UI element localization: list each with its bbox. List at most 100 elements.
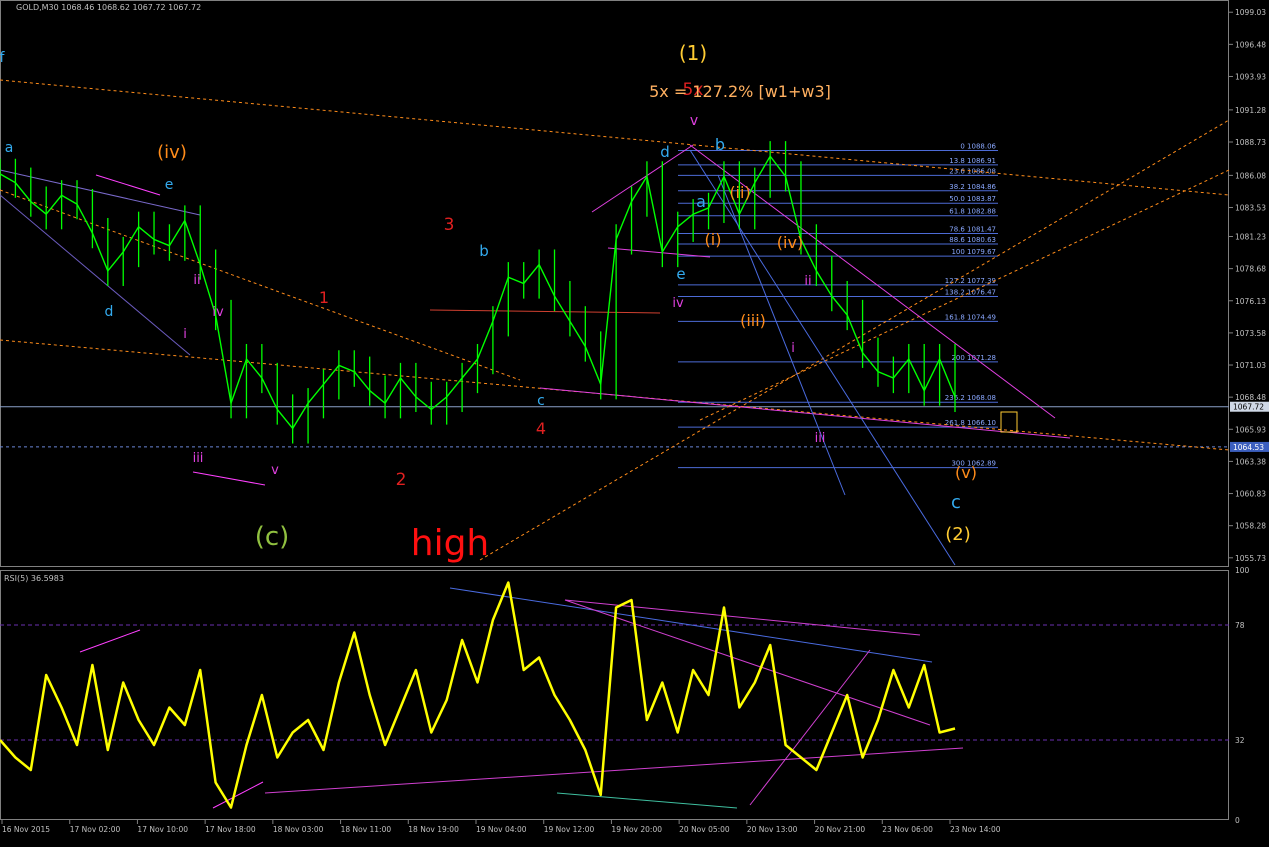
symbol-header: GOLD,M30 1068.46 1068.62 1067.72 1067.72 [16,3,201,12]
wave-label: c [951,492,961,513]
price-axis-label: 1099.03 [1235,8,1266,17]
price-axis-label: 1055.73 [1235,554,1266,563]
fib-level-label: 200 1071.28 [951,354,996,362]
wave-label: iv [672,296,684,311]
wave-label: 1 [319,288,329,307]
trend-line [192,471,266,486]
fib-level-label: 236.2 1068.08 [945,394,996,402]
time-axis-label: 18 Nov 03:00 [273,825,324,834]
trend-line [264,747,964,794]
price-axis-label: 1083.53 [1235,204,1266,213]
fib-level-label: 161.8 1074.49 [945,313,996,321]
rsi-axis-label: 100 [1235,566,1250,575]
wave-label: e [165,177,174,193]
wave-label: f [0,50,6,66]
wave-label: iii [815,431,826,446]
rsi-header: RSI(5) 36.5983 [4,574,64,583]
rsi-axis-label: 32 [1235,736,1245,745]
trend-line [556,792,738,809]
fib-level-label: 138.2 1076.47 [945,288,996,296]
wave-label: v [271,463,279,478]
wave-label: a [696,192,706,211]
price-axis-label: 1063.38 [1235,457,1266,466]
wave-label: a [5,140,14,156]
time-axis-label: 20 Nov 05:00 [679,825,730,834]
wave-label: (c) [255,522,290,552]
wave-label: e [676,265,685,283]
trend-line [591,144,694,213]
wave-label: (2) [945,524,971,545]
fib-level-label: 61.8 1082.88 [949,208,996,216]
wave-label: b [715,135,725,154]
wave-label: (ii) [729,183,750,202]
time-axis-label: 19 Nov 12:00 [544,825,595,834]
price-panel-frame [0,0,1229,567]
trend-line [689,149,956,566]
trend-line [212,781,264,809]
wave-label: high [411,523,490,564]
fib-level-label: 13.8 1086.91 [949,157,996,165]
price-axis-label: 1096.48 [1235,40,1266,49]
trend-line [0,194,191,356]
time-axis-label: 20 Nov 21:00 [815,825,866,834]
price-axis-label: 1060.83 [1235,490,1266,499]
wave-label: (iv) [157,142,187,163]
rsi-panel-frame [0,570,1229,820]
price-axis-label: 1073.58 [1235,329,1266,338]
current-price-marker [1000,411,1018,433]
wave-label: 5x = 127.2% [w1+w3] [649,82,831,101]
trend-line [95,174,161,196]
price-axis-label: 1081.23 [1235,233,1266,242]
price-axis-label: 1076.13 [1235,297,1266,306]
wave-label: d [105,304,114,320]
rsi-series-line [0,581,956,809]
price-axis-label: 1078.68 [1235,265,1266,274]
trend-line [449,587,933,663]
trend-line [479,119,1230,561]
wave-label: 4 [536,419,546,438]
chart-root: 0 1088.06 13.8 1086.91 23.6 1086.08 38.2 10… [0,0,1269,843]
fib-level-label: 38.2 1084.86 [949,183,996,191]
trend-line [429,309,661,314]
price-axis-label: 1093.93 [1235,72,1266,81]
trend-line [607,247,711,258]
wave-label: i [183,327,187,342]
rsi-axis-label: 78 [1235,621,1245,630]
price-axis-label: 1068.48 [1235,393,1266,402]
fib-level-label: 261.8 1066.10 [945,419,996,427]
wave-label: iv [212,305,224,320]
time-axis-label: 17 Nov 02:00 [70,825,121,834]
wave-label: b [479,242,489,260]
fib-level-label: 88.6 1080.63 [949,236,996,244]
wave-label: d [660,143,670,161]
wave-label: (iii) [740,311,766,330]
price-tag-label: 1067.72 [1233,403,1264,412]
wave-label: 2 [396,470,407,490]
fib-level-label: 23.6 1086.08 [949,167,996,175]
wave-label: v [690,113,698,129]
fib-level-label: 50.0 1083.87 [949,195,996,203]
time-axis-label: 16 Nov 2015 [2,825,50,834]
price-axis-label: 1086.08 [1235,171,1266,180]
trend-line [79,629,141,653]
wave-label: 3 [444,215,455,235]
wave-label: iii [193,451,204,466]
wave-label: c [537,393,545,409]
fib-level-label: 78.6 1081.47 [949,225,996,233]
fib-level-label: 0 1088.06 [960,142,996,150]
price-chart-svg: 0 1088.06 13.8 1086.91 23.6 1086.08 38.2 10… [0,0,1269,834]
time-axis-label: 19 Nov 20:00 [611,825,662,834]
price-axis-label: 1058.28 [1235,522,1266,531]
time-axis-label: 18 Nov 11:00 [341,825,392,834]
time-axis-label: 17 Nov 10:00 [137,825,188,834]
rsi-axis-label: 0 [1235,816,1240,825]
time-axis-label: 18 Nov 19:00 [408,825,459,834]
wave-label: i [791,341,795,356]
time-axis-label: 23 Nov 14:00 [950,825,1001,834]
wave-label: (i) [705,230,722,249]
time-axis-label: 17 Nov 18:00 [205,825,256,834]
trend-line [749,649,871,806]
price-axis-label: 1071.03 [1235,361,1266,370]
price-tag-label: 1064.53 [1233,443,1264,452]
time-axis-label: 20 Nov 13:00 [747,825,798,834]
